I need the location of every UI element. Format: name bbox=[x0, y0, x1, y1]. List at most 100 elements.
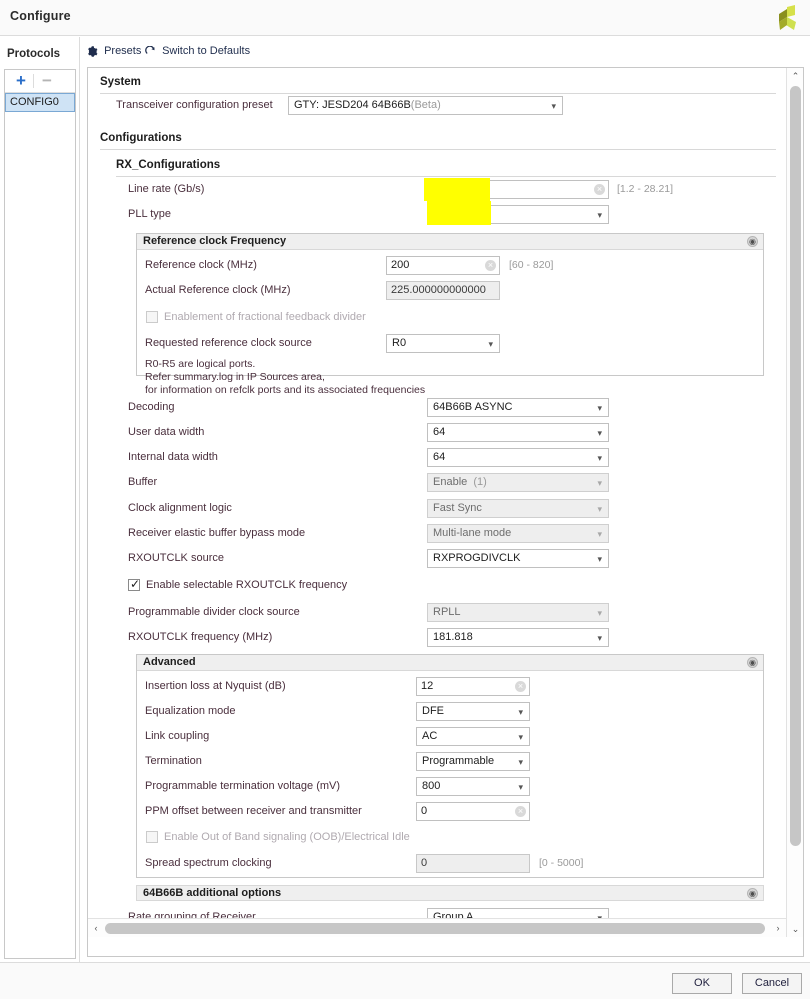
collapse-icon[interactable]: ◉ bbox=[747, 888, 758, 899]
line-rate-input[interactable]: 12 × bbox=[427, 180, 609, 199]
clear-icon[interactable]: × bbox=[594, 184, 605, 195]
reference-clock-value: 200 bbox=[391, 259, 409, 271]
toolbar-divider bbox=[33, 74, 34, 88]
scroll-down-arrow[interactable]: ⌄ bbox=[787, 921, 804, 937]
clear-icon[interactable]: × bbox=[515, 806, 526, 817]
scroll-up-arrow[interactable]: ⌃ bbox=[787, 68, 804, 84]
collapse-icon[interactable]: ◉ bbox=[747, 236, 758, 247]
clear-icon[interactable]: × bbox=[515, 681, 526, 692]
row-rxoutclk-frequency: RXOUTCLK frequency (MHz) 181.818 ▾ bbox=[88, 628, 786, 648]
user-data-width-select[interactable]: 64 ▾ bbox=[427, 423, 609, 442]
clear-icon[interactable]: × bbox=[485, 260, 496, 271]
row-link-coupling: Link coupling AC ▾ bbox=[137, 727, 765, 747]
rxoutclk-frequency-label: RXOUTCLK frequency (MHz) bbox=[128, 631, 272, 643]
link-coupling-select[interactable]: AC ▾ bbox=[416, 727, 530, 746]
group-header-reference-clock[interactable]: Reference clock Frequency ◉ bbox=[137, 234, 763, 250]
sidebar-item-config0[interactable]: CONFIG0 bbox=[5, 93, 75, 112]
switch-to-defaults-label: Switch to Defaults bbox=[162, 45, 250, 57]
vertical-scrollbar-thumb[interactable] bbox=[790, 86, 801, 846]
elastic-buffer-bypass-label: Receiver elastic buffer bypass mode bbox=[128, 527, 305, 539]
user-data-width-value: 64 bbox=[433, 426, 445, 438]
insertion-loss-input[interactable]: 12 × bbox=[416, 677, 530, 696]
buffer-sub: (1) bbox=[473, 476, 486, 488]
buffer-label: Buffer bbox=[128, 476, 157, 488]
row-actual-reference-clock: Actual Reference clock (MHz) 225.0000000… bbox=[137, 281, 765, 301]
equalization-mode-label: Equalization mode bbox=[145, 705, 236, 717]
collapse-icon[interactable]: ◉ bbox=[747, 657, 758, 668]
enable-selectable-rxoutclk-checkbox[interactable]: ✓ bbox=[128, 579, 140, 591]
chevron-down-icon: ▾ bbox=[597, 604, 602, 622]
row-internal-data-width: Internal data width 64 ▾ bbox=[88, 448, 786, 468]
group-header-additional-options[interactable]: 64B66B additional options ◉ bbox=[136, 885, 764, 901]
clock-alignment-select[interactable]: Fast Sync ▾ bbox=[427, 499, 609, 518]
chevron-down-icon: ▾ bbox=[597, 449, 602, 467]
chevron-down-icon: ▾ bbox=[597, 206, 602, 224]
pll-type-select[interactable]: RPLL ▾ bbox=[427, 205, 609, 224]
decoding-label: Decoding bbox=[128, 401, 174, 413]
chevron-down-icon: ▾ bbox=[518, 728, 523, 746]
clock-alignment-label: Clock alignment logic bbox=[128, 502, 232, 514]
chevron-down-icon: ▾ bbox=[551, 97, 556, 115]
protocols-sidebar: Protocols + − CONFIG0 bbox=[0, 37, 80, 962]
horizontal-scrollbar[interactable]: ‹ › bbox=[88, 918, 786, 937]
rxoutclk-source-select[interactable]: RXPROGDIVCLK ▾ bbox=[427, 549, 609, 568]
reference-clock-range: [60 - 820] bbox=[509, 259, 553, 271]
transceiver-preset-select[interactable]: GTY: JESD204 64B66B(Beta) ▾ bbox=[288, 96, 563, 115]
switch-to-defaults-button[interactable]: Switch to Defaults bbox=[145, 42, 250, 60]
ok-button[interactable]: OK bbox=[672, 973, 732, 994]
termination-select[interactable]: Programmable ▾ bbox=[416, 752, 530, 771]
rxoutclk-frequency-select[interactable]: 181.818 ▾ bbox=[427, 628, 609, 647]
scroll-right-arrow[interactable]: › bbox=[771, 921, 785, 935]
vertical-scrollbar[interactable]: ⌃ ⌄ bbox=[786, 68, 803, 937]
divider-source-select[interactable]: RPLL ▾ bbox=[427, 603, 609, 622]
termination-voltage-select[interactable]: 800 ▾ bbox=[416, 777, 530, 796]
group-reference-clock-frequency: Reference clock Frequency ◉ Reference cl… bbox=[136, 233, 764, 376]
amd-xilinx-pinwheel-logo bbox=[772, 4, 802, 32]
ppm-offset-input[interactable]: 0 × bbox=[416, 802, 530, 821]
spread-spectrum-input[interactable]: 0 bbox=[416, 854, 530, 873]
row-fractional-divider: Enablement of fractional feedback divide… bbox=[137, 308, 765, 328]
clock-alignment-value: Fast Sync bbox=[433, 502, 482, 514]
cancel-button[interactable]: Cancel bbox=[742, 973, 802, 994]
equalization-mode-select[interactable]: DFE ▾ bbox=[416, 702, 530, 721]
chevron-down-icon: ▾ bbox=[597, 399, 602, 417]
transceiver-preset-label: Transceiver configuration preset bbox=[116, 99, 273, 111]
row-spread-spectrum: Spread spectrum clocking 0 [0 - 5000] bbox=[137, 854, 765, 874]
fractional-divider-label: Enablement of fractional feedback divide… bbox=[164, 311, 366, 323]
presets-button[interactable]: Presets bbox=[87, 42, 141, 60]
group-header-advanced[interactable]: Advanced ◉ bbox=[137, 655, 763, 671]
termination-value: Programmable bbox=[422, 755, 494, 767]
elastic-buffer-bypass-select[interactable]: Multi-lane mode ▾ bbox=[427, 524, 609, 543]
internal-data-width-select[interactable]: 64 ▾ bbox=[427, 448, 609, 467]
reference-clock-label: Reference clock (MHz) bbox=[145, 259, 257, 271]
chevron-down-icon: ▾ bbox=[518, 778, 523, 796]
scroll-frame: System Transceiver configuration preset … bbox=[87, 67, 804, 957]
row-oob: Enable Out of Band signaling (OOB)/Elect… bbox=[137, 828, 765, 848]
scroll-left-arrow[interactable]: ‹ bbox=[89, 921, 103, 935]
check-icon: ✓ bbox=[130, 577, 140, 591]
insertion-loss-label: Insertion loss at Nyquist (dB) bbox=[145, 680, 286, 692]
horizontal-scrollbar-thumb[interactable] bbox=[105, 923, 765, 934]
remove-protocol-button[interactable]: − bbox=[36, 71, 58, 91]
reference-clock-input[interactable]: 200 × bbox=[386, 256, 500, 275]
actual-reference-clock-label: Actual Reference clock (MHz) bbox=[145, 284, 291, 296]
protocols-list-box: + − CONFIG0 bbox=[4, 69, 76, 959]
rxoutclk-source-value: RXPROGDIVCLK bbox=[433, 552, 520, 564]
ppm-offset-value: 0 bbox=[421, 805, 427, 817]
requested-source-select[interactable]: R0 ▾ bbox=[386, 334, 500, 353]
transceiver-preset-suffix: (Beta) bbox=[411, 99, 441, 111]
row-decoding: Decoding 64B66B ASYNC ▾ bbox=[88, 398, 786, 418]
presets-label: Presets bbox=[104, 45, 141, 57]
add-protocol-button[interactable]: + bbox=[10, 71, 32, 91]
group-title-advanced: Advanced bbox=[143, 656, 196, 668]
divider-source-value: RPLL bbox=[433, 606, 461, 618]
insertion-loss-value: 12 bbox=[421, 680, 433, 692]
reference-clock-note: R0-R5 are logical ports. Refer summary.l… bbox=[145, 358, 745, 397]
row-buffer: Buffer Enable (1) ▾ bbox=[88, 473, 786, 493]
elastic-buffer-bypass-value: Multi-lane mode bbox=[433, 527, 511, 539]
window-title: Configure bbox=[10, 9, 71, 23]
sidebar-title: Protocols bbox=[7, 48, 60, 60]
oob-label: Enable Out of Band signaling (OOB)/Elect… bbox=[164, 831, 410, 843]
buffer-select[interactable]: Enable (1) ▾ bbox=[427, 473, 609, 492]
decoding-select[interactable]: 64B66B ASYNC ▾ bbox=[427, 398, 609, 417]
